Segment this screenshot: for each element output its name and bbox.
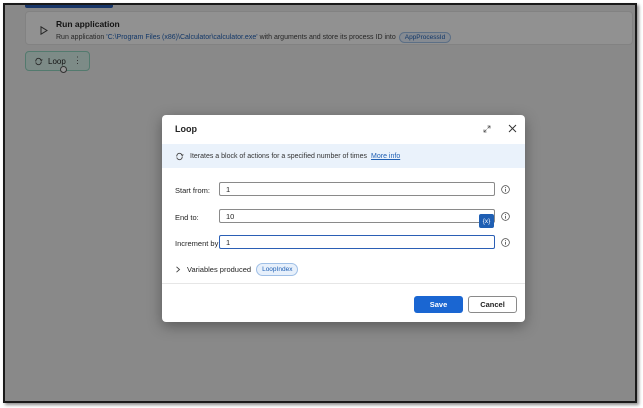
- increment-by-input[interactable]: [219, 235, 495, 249]
- save-button[interactable]: Save: [414, 296, 463, 313]
- app-window: Run application Run application 'C:\Prog…: [3, 3, 637, 403]
- end-to-input[interactable]: [219, 209, 495, 223]
- expand-icon[interactable]: [483, 125, 491, 133]
- info-bar: Iterates a block of actions for a specif…: [162, 144, 525, 168]
- loop-dialog: Loop Iterates a block of actions for a s…: [162, 115, 525, 322]
- end-to-label: End to:: [175, 213, 199, 222]
- cancel-button[interactable]: Cancel: [468, 296, 517, 313]
- insert-variable-button[interactable]: {x}: [479, 214, 494, 228]
- start-from-input[interactable]: [219, 182, 495, 196]
- loop-index-variable[interactable]: LoopIndex: [256, 263, 299, 276]
- chevron-right-icon[interactable]: [175, 266, 181, 273]
- more-info-link[interactable]: More info: [371, 153, 400, 160]
- footer-divider: [162, 283, 525, 284]
- end-to-info-icon[interactable]: [501, 212, 510, 221]
- increment-by-label: Increment by:: [175, 239, 221, 248]
- variables-produced-label: Variables produced: [187, 265, 252, 274]
- start-from-info-icon[interactable]: [501, 185, 510, 194]
- start-from-label: Start from:: [175, 186, 211, 195]
- info-text: Iterates a block of actions for a specif…: [190, 152, 368, 160]
- close-icon[interactable]: [508, 124, 517, 133]
- dialog-title: Loop: [175, 124, 197, 134]
- loop-icon: [176, 152, 184, 160]
- variables-produced-row[interactable]: Variables produced LoopIndex: [175, 263, 299, 276]
- increment-by-info-icon[interactable]: [501, 238, 510, 247]
